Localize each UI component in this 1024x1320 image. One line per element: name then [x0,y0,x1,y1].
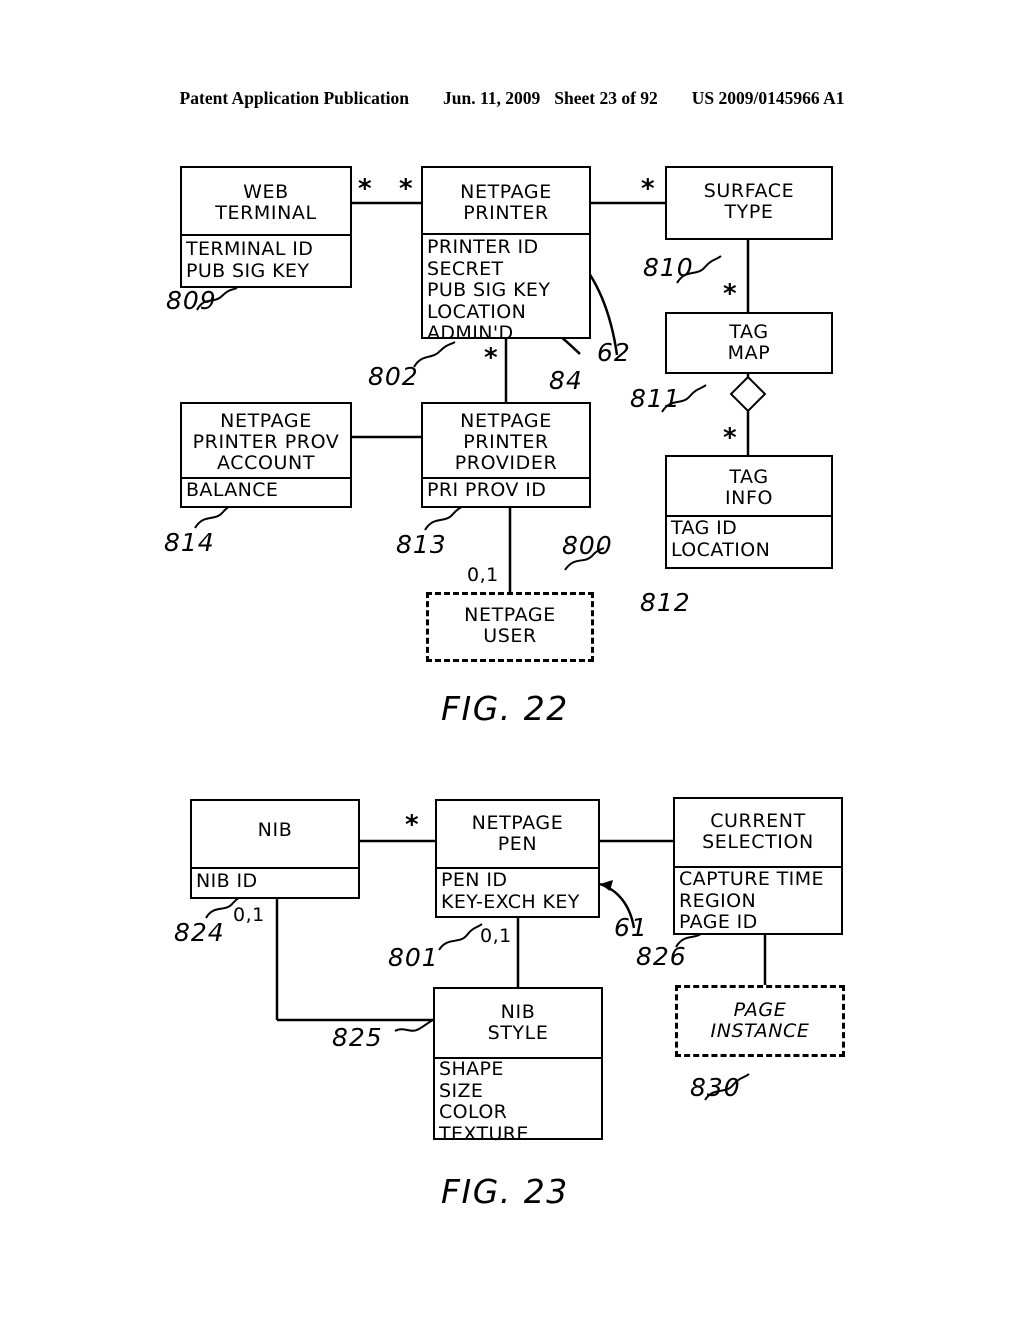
multiplicity-pen-nibstyle: 0,1 [480,925,512,947]
ref-numeral-801: 801 [388,943,439,972]
entity-title: PAGE INSTANCE [710,999,810,1042]
multiplicity-tagmap-taginfo: * [723,423,737,453]
multiplicity-nib-style-left: 0,1 [233,904,265,926]
entity-attributes: BALANCE [186,479,279,501]
entity-attributes: CAPTURE TIME REGION PAGE ID [679,868,824,933]
aggregation-diamond [729,375,767,413]
ref-numeral-800: 800 [562,531,613,560]
entity-netpage-pen[interactable]: NETPAGE PEN PEN ID KEY-EXCH KEY [435,799,600,918]
entity-title: NETPAGE PRINTER PROV ACCOUNT [192,410,340,474]
entity-current-selection[interactable]: CURRENT SELECTION CAPTURE TIME REGION PA… [673,797,843,935]
entity-attributes: TERMINAL ID PUB SIG KEY [186,238,314,282]
entity-netpage-user[interactable]: NETPAGE USER [426,592,594,662]
header-date: Jun. 11, 2009 [443,88,541,108]
multiplicity-webterminal-printer-right: * [399,174,413,204]
header-publication: Patent Application Publication [179,88,410,108]
multiplicity-provider-user: 0,1 [467,564,499,586]
ref-numeral-810: 810 [643,253,694,282]
entity-netpage-printer-provider[interactable]: NETPAGE PRINTER PROVIDER PRI PROV ID [421,402,591,508]
entity-title: TAG MAP [727,321,771,364]
multiplicity-printer-provider: * [484,343,498,373]
callout-84: 84 [549,366,583,395]
multiplicity-printer-surfacetype: * [641,174,655,204]
entity-page-instance[interactable]: PAGE INSTANCE [675,985,845,1057]
entity-title: NETPAGE PRINTER [460,181,552,224]
entity-divider [192,867,358,869]
entity-tag-map[interactable]: TAG MAP [665,312,833,374]
entity-title: NIB [257,819,293,841]
multiplicity-nib-pen: * [405,810,419,840]
entity-attributes: PRINTER ID SECRET PUB SIG KEY LOCATION A… [427,236,551,344]
entity-title: NETPAGE USER [464,604,556,647]
figure-caption-23: FIG. 23 [441,1172,569,1211]
entity-title: WEB TERMINAL [215,181,317,224]
entity-netpage-printer-prov-account[interactable]: NETPAGE PRINTER PROV ACCOUNT BALANCE [180,402,352,508]
entity-title: SURFACE TYPE [703,180,795,223]
figure-caption-22: FIG. 22 [441,689,569,728]
entity-title: NETPAGE PEN [471,812,564,855]
entity-attributes: SHAPE SIZE COLOR TEXTURE [439,1058,529,1145]
entity-title: TAG INFO [724,466,774,509]
entity-web-terminal[interactable]: WEB TERMINAL TERMINAL ID PUB SIG KEY [180,166,352,288]
multiplicity-surfacetype-tagmap: * [723,279,737,309]
entity-nib[interactable]: NIB NIB ID [190,799,360,899]
patent-sheet: Patent Application Publication Jun. 11, 2… [0,0,1024,1320]
callout-62: 62 [597,338,631,367]
multiplicity-webterminal-printer-left: * [358,174,372,204]
ref-numeral-830: 830 [690,1073,741,1102]
ref-numeral-802: 802 [368,362,419,391]
ref-numeral-825: 825 [332,1023,383,1052]
entity-nib-style[interactable]: NIB STYLE SHAPE SIZE COLOR TEXTURE [433,987,603,1144]
entity-title: NIB STYLE [487,1001,549,1044]
entity-surface-type[interactable]: SURFACE TYPE [665,166,833,240]
callout-61: 61 [614,913,648,942]
entity-attributes: PEN ID KEY-EXCH KEY [441,869,580,913]
entity-attributes: NIB ID [196,870,258,892]
entity-attributes: PRI PROV ID [427,479,547,501]
entity-attributes: TAG ID LOCATION [671,517,771,561]
ref-numeral-814: 814 [164,528,215,557]
ref-numeral-811: 811 [630,384,681,413]
ref-numeral-824: 824 [174,918,225,947]
entity-title: CURRENT SELECTION [702,810,814,853]
header-sheet-number: Sheet 23 of 92 [554,88,658,108]
sheet-header: Patent Application Publication Jun. 11, 2… [0,88,1024,109]
entity-netpage-printer[interactable]: NETPAGE PRINTER PRINTER ID SECRET PUB SI… [421,166,591,344]
ref-numeral-813: 813 [396,530,447,559]
ref-numeral-809: 809 [166,286,217,315]
entity-divider [423,233,589,235]
entity-tag-info[interactable]: TAG INFO TAG ID LOCATION [665,455,833,569]
entity-divider [182,234,350,236]
ref-numeral-812: 812 [640,588,691,617]
header-document-number: US 2009/0145966 A1 [691,88,845,108]
ref-numeral-826: 826 [636,942,687,971]
entity-title: NETPAGE PRINTER PROVIDER [454,410,558,474]
